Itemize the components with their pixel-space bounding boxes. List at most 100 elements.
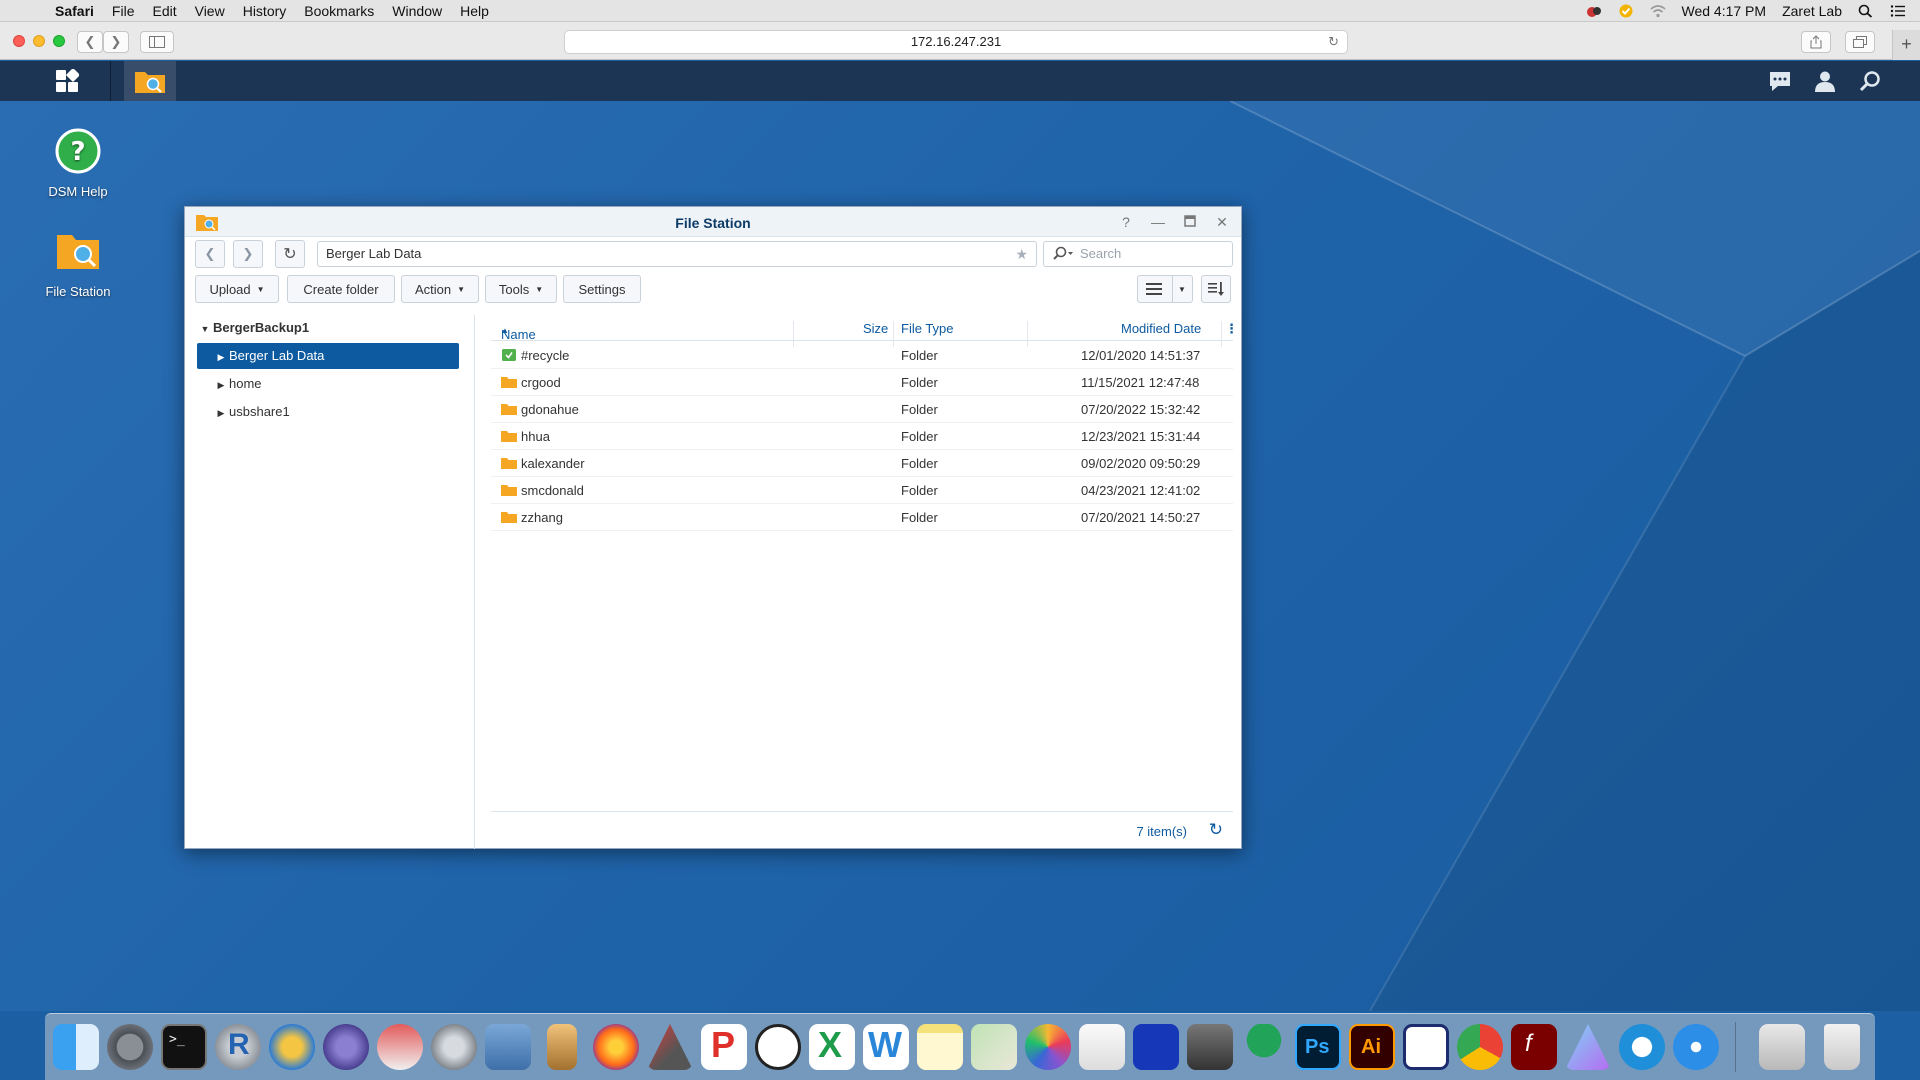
notification-center-icon[interactable] [1890,4,1906,18]
zoom-window-button[interactable] [53,35,65,47]
photos-icon[interactable] [1025,1024,1071,1070]
word-icon[interactable]: W [863,1024,909,1070]
terminal-icon[interactable]: >_ [161,1024,207,1070]
launchpad-icon[interactable] [431,1024,477,1070]
creative-cloud-icon[interactable] [1586,4,1602,18]
refresh-icon[interactable]: ↻ [1209,820,1223,840]
illustrator-icon[interactable]: Ai [1349,1024,1395,1070]
caret-right-icon[interactable]: ▶ [213,344,229,370]
column-modified-header[interactable]: Modified Date [1121,321,1201,336]
pyramid-app-icon[interactable] [647,1024,693,1070]
menu-app-safari[interactable]: Safari [46,3,103,19]
microscope-icon[interactable] [547,1024,577,1070]
view-mode-button[interactable]: ▼ [1137,275,1193,303]
dsm-search-button[interactable] [1850,61,1890,101]
taskbar-file-station[interactable] [124,61,176,101]
caret-down-icon[interactable]: ▼ [197,316,213,342]
trash-icon[interactable] [1824,1024,1860,1070]
desktop-dsm-help[interactable]: ? DSM Help [28,127,128,199]
maximize-button[interactable] [1181,213,1199,231]
menu-window[interactable]: Window [383,3,451,19]
close-button[interactable]: ✕ [1213,213,1231,231]
search-input[interactable]: Search [1043,241,1233,267]
table-row[interactable]: #recycle Folder 12/01/2020 14:51:37 [491,342,1233,369]
menu-file[interactable]: File [103,3,144,19]
powerpoint-like-icon[interactable]: P [701,1024,747,1070]
column-options-icon[interactable]: ⋮ [1225,321,1238,337]
table-row[interactable]: crgood Folder 11/15/2021 12:47:48 [491,369,1233,396]
synology-assistant-icon[interactable] [1619,1024,1665,1070]
tree-item-home[interactable]: ▶ home [197,371,459,397]
tree-item-usbshare1[interactable]: ▶ usbshare1 [197,399,459,425]
reload-icon[interactable]: ↻ [1328,31,1339,53]
browser-forward-button[interactable]: ❯ [103,31,129,53]
favorite-star-icon[interactable]: ★ [1015,242,1028,266]
wifi-icon[interactable] [1649,4,1666,18]
excel-icon[interactable]: X [809,1024,855,1070]
tree-item-berger-lab-data[interactable]: ▶ Berger Lab Data [197,343,459,369]
table-row[interactable]: smcdonald Folder 04/23/2021 12:41:02 [491,477,1233,504]
new-tab-button[interactable]: + [1892,30,1920,60]
tools-button[interactable]: Tools ▼ [485,275,557,303]
desktop-file-station[interactable]: File Station [28,227,128,299]
browser-back-button[interactable]: ❮ [77,31,103,53]
notes-icon[interactable] [917,1024,963,1070]
tree-viewer-icon[interactable] [1133,1024,1179,1070]
close-window-button[interactable] [13,35,25,47]
upload-button[interactable]: Upload ▼ [195,275,279,303]
column-name-header[interactable]: Name ▲ [501,321,536,342]
sort-button[interactable] [1201,275,1231,303]
table-row[interactable]: zzhang Folder 07/20/2021 14:50:27 [491,504,1233,531]
forward-button[interactable]: ❯ [233,240,263,268]
eclipse-icon[interactable] [323,1024,369,1070]
column-size-header[interactable]: Size [863,321,888,336]
sidebar-toggle-button[interactable] [140,31,174,53]
create-folder-button[interactable]: Create folder [287,275,395,303]
address-bar[interactable]: 172.16.247.231 ↻ [564,30,1348,54]
prism-icon[interactable] [1565,1024,1611,1070]
action-button[interactable]: Action ▼ [401,275,479,303]
wolfram-icon[interactable] [269,1024,315,1070]
menu-history[interactable]: History [234,3,296,19]
r-language-icon[interactable]: R [215,1024,261,1070]
system-preferences-icon[interactable] [107,1024,153,1070]
tree-root[interactable]: ▼ BergerBackup1 [197,315,467,341]
path-bar[interactable]: Berger Lab Data ★ [317,241,1037,267]
caret-right-icon[interactable]: ▶ [213,372,229,398]
safari-icon[interactable] [1673,1024,1719,1070]
menu-view[interactable]: View [186,3,234,19]
figtree-icon[interactable] [1241,1024,1287,1070]
user-options-button[interactable] [1805,61,1845,101]
downloads-stack-icon[interactable] [1759,1024,1805,1070]
back-button[interactable]: ❮ [195,240,225,268]
notifications-button[interactable] [1760,61,1800,101]
snapgene-icon[interactable] [755,1024,801,1070]
main-menu-button[interactable] [44,61,90,101]
photoshop-icon[interactable]: Ps [1295,1024,1341,1070]
window-title-bar[interactable]: File Station ? — ✕ [185,207,1241,237]
flash-icon[interactable]: f [1511,1024,1557,1070]
settings-button[interactable]: Settings [563,275,641,303]
column-type-header[interactable]: File Type [901,321,954,336]
menu-user[interactable]: Zaret Lab [1782,3,1842,19]
refresh-button[interactable]: ↻ [275,240,305,268]
gel-analyzer-icon[interactable] [1403,1024,1449,1070]
calculator-icon[interactable] [1187,1024,1233,1070]
firefox-icon[interactable] [593,1024,639,1070]
share-button[interactable] [1801,31,1831,53]
table-row[interactable]: hhua Folder 12/23/2021 15:31:44 [491,423,1233,450]
checkmark-status-icon[interactable] [1618,4,1634,18]
tab-overview-button[interactable] [1845,31,1875,53]
fiji-icon[interactable] [485,1024,531,1070]
textedit-icon[interactable] [1079,1024,1125,1070]
table-row[interactable]: gdonahue Folder 07/20/2022 15:32:42 [491,396,1233,423]
spotlight-search-icon[interactable] [1858,4,1874,18]
minimize-window-button[interactable] [33,35,45,47]
table-row[interactable]: kalexander Folder 09/02/2020 09:50:29 [491,450,1233,477]
menu-help[interactable]: Help [451,3,498,19]
chrome-icon[interactable] [1457,1024,1503,1070]
help-button[interactable]: ? [1117,213,1135,231]
maps-icon[interactable] [971,1024,1017,1070]
menu-bookmarks[interactable]: Bookmarks [295,3,383,19]
menu-edit[interactable]: Edit [143,3,185,19]
